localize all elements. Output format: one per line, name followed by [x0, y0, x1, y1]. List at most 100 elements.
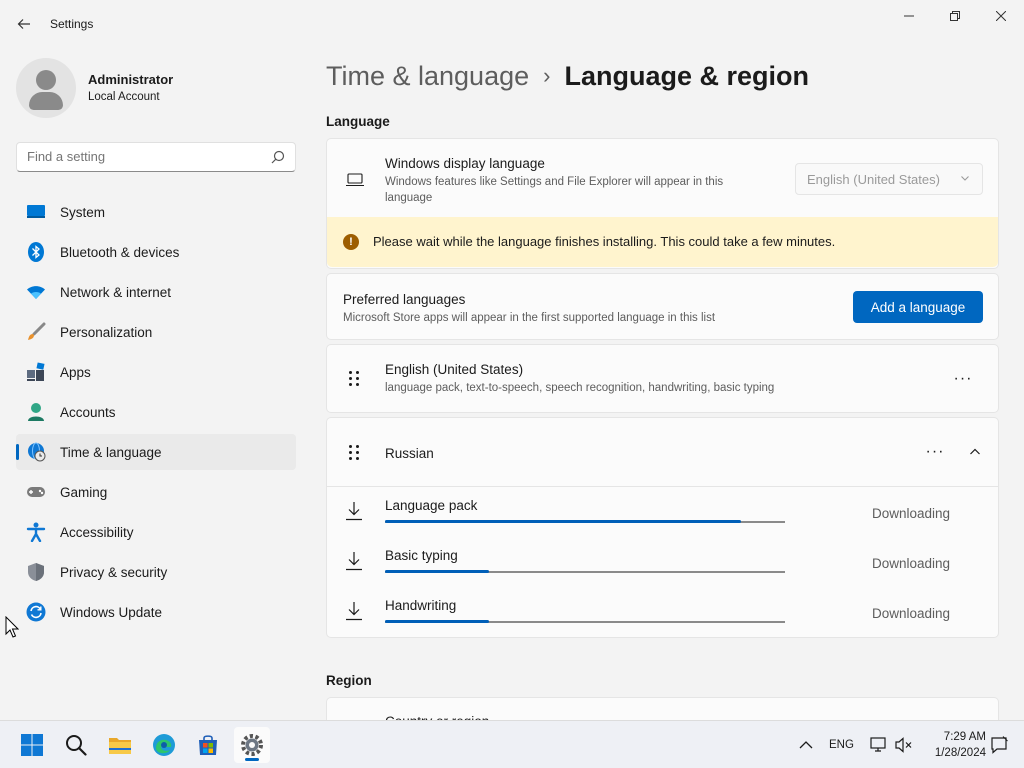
sidebar-item-label: Windows Update [60, 604, 163, 620]
more-icon: ··· [925, 443, 945, 460]
user-profile[interactable]: Administrator Local Account [16, 58, 296, 118]
download-icon [346, 552, 362, 571]
restore-icon [950, 11, 960, 21]
display-language-title: Windows display language [385, 156, 545, 171]
sidebar-item-accessibility[interactable]: Accessibility [16, 514, 296, 550]
sidebar-item-label: Bluetooth & devices [60, 244, 180, 260]
sidebar-item-personalization[interactable]: Personalization [16, 314, 296, 350]
title-bar: Settings [0, 0, 1024, 48]
edge-button[interactable] [146, 727, 182, 763]
avatar [16, 58, 76, 118]
download-progress-bar [385, 620, 785, 623]
breadcrumb-parent[interactable]: Time & language [326, 61, 529, 92]
shield-icon [26, 562, 46, 582]
notification-icon [991, 736, 1008, 754]
app-title: Settings [50, 17, 94, 31]
search-icon [66, 735, 87, 756]
file-explorer-button[interactable] [102, 727, 138, 763]
download-status: Downloading [872, 556, 951, 571]
restore-button[interactable] [932, 4, 978, 28]
download-status: Downloading [872, 506, 951, 521]
language-section-title: Language [326, 114, 390, 129]
search-box[interactable] [16, 142, 296, 172]
windows-logo-icon [21, 734, 43, 756]
search-icon [271, 150, 285, 164]
download-label: Basic typing [385, 548, 458, 563]
sidebar-item-privacy[interactable]: Privacy & security [16, 554, 296, 590]
input-language-indicator[interactable]: ENG [829, 739, 854, 751]
settings-taskbar-button[interactable] [234, 727, 270, 763]
notifications-button[interactable] [984, 727, 1014, 763]
volume-button[interactable] [888, 727, 920, 763]
language-row-english[interactable]: English (United States) language pack, t… [326, 344, 999, 413]
show-hidden-icons-button[interactable] [788, 727, 824, 763]
gamepad-icon [26, 482, 46, 502]
add-language-button[interactable]: Add a language [853, 291, 983, 323]
store-icon [199, 735, 217, 755]
install-warning-bar: ! Please wait while the language finishe… [327, 217, 998, 267]
sidebar-item-windows-update[interactable]: Windows Update [16, 594, 296, 630]
system-clock[interactable]: 7:29 AM 1/28/2024 [920, 729, 986, 761]
download-progress-bar [385, 570, 785, 573]
minimize-button[interactable] [886, 4, 932, 28]
drag-handle-icon[interactable] [349, 445, 361, 461]
microsoft-store-button[interactable] [190, 727, 226, 763]
chevron-down-icon [961, 176, 969, 181]
sidebar-item-network[interactable]: Network & internet [16, 274, 296, 310]
sidebar-item-label: Gaming [60, 484, 108, 500]
download-icon [346, 502, 362, 521]
sidebar-item-time-language[interactable]: Time & language [16, 434, 296, 470]
network-icon [26, 282, 46, 302]
download-item: Handwriting Downloading [327, 589, 998, 639]
language-name: Russian [385, 446, 434, 461]
bluetooth-icon [26, 242, 46, 262]
laptop-icon [346, 173, 364, 187]
download-label: Handwriting [385, 598, 457, 613]
language-features: language pack, text-to-speech, speech re… [385, 382, 775, 394]
sidebar-item-label: Network & internet [60, 284, 172, 300]
chevron-up-icon [970, 448, 980, 455]
sidebar-item-label: Privacy & security [60, 564, 168, 580]
settings-gear-icon [241, 734, 263, 756]
sidebar-item-bluetooth[interactable]: Bluetooth & devices [16, 234, 296, 270]
sidebar-item-label: Accounts [60, 404, 116, 420]
sidebar-item-system[interactable]: System [16, 194, 296, 230]
sidebar-item-accounts[interactable]: Accounts [16, 394, 296, 430]
close-icon [996, 11, 1006, 21]
sidebar-item-label: Time & language [60, 444, 162, 460]
edge-icon [153, 734, 175, 756]
sidebar-item-label: System [60, 204, 106, 220]
back-button[interactable] [12, 12, 36, 36]
running-indicator [245, 758, 259, 761]
more-options-button[interactable]: ··· [949, 365, 977, 393]
drag-handle-icon[interactable] [349, 371, 361, 387]
sidebar-item-gaming[interactable]: Gaming [16, 474, 296, 510]
breadcrumb: Time & language › Language & region [326, 58, 809, 94]
preferred-languages-title: Preferred languages [343, 292, 466, 307]
download-label: Language pack [385, 498, 478, 513]
taskbar-search-button[interactable] [58, 727, 94, 763]
more-options-button[interactable]: ··· [921, 438, 949, 466]
sidebar-item-label: Accessibility [60, 524, 134, 540]
update-icon [26, 602, 46, 622]
download-item: Language pack Downloading [327, 489, 998, 539]
time-language-icon [26, 442, 46, 462]
start-button[interactable] [14, 727, 50, 763]
warning-icon: ! [343, 234, 359, 250]
search-input[interactable] [27, 149, 267, 164]
language-name: English (United States) [385, 362, 524, 377]
preferred-languages-card: Preferred languages Microsoft Store apps… [326, 273, 999, 340]
chevron-up-icon [799, 741, 813, 749]
accounts-icon [26, 402, 46, 422]
back-arrow-icon [17, 19, 30, 29]
system-icon [26, 202, 46, 222]
more-icon: ··· [953, 370, 973, 387]
sidebar-item-label: Personalization [60, 324, 153, 340]
warning-message: Please wait while the language finishes … [373, 234, 836, 249]
apps-icon [26, 362, 46, 382]
display-language-dropdown[interactable]: English (United States) [795, 163, 983, 195]
collapse-button[interactable] [961, 438, 989, 466]
close-button[interactable] [978, 4, 1024, 28]
sidebar-item-label: Apps [60, 364, 91, 380]
sidebar-item-apps[interactable]: Apps [16, 354, 296, 390]
